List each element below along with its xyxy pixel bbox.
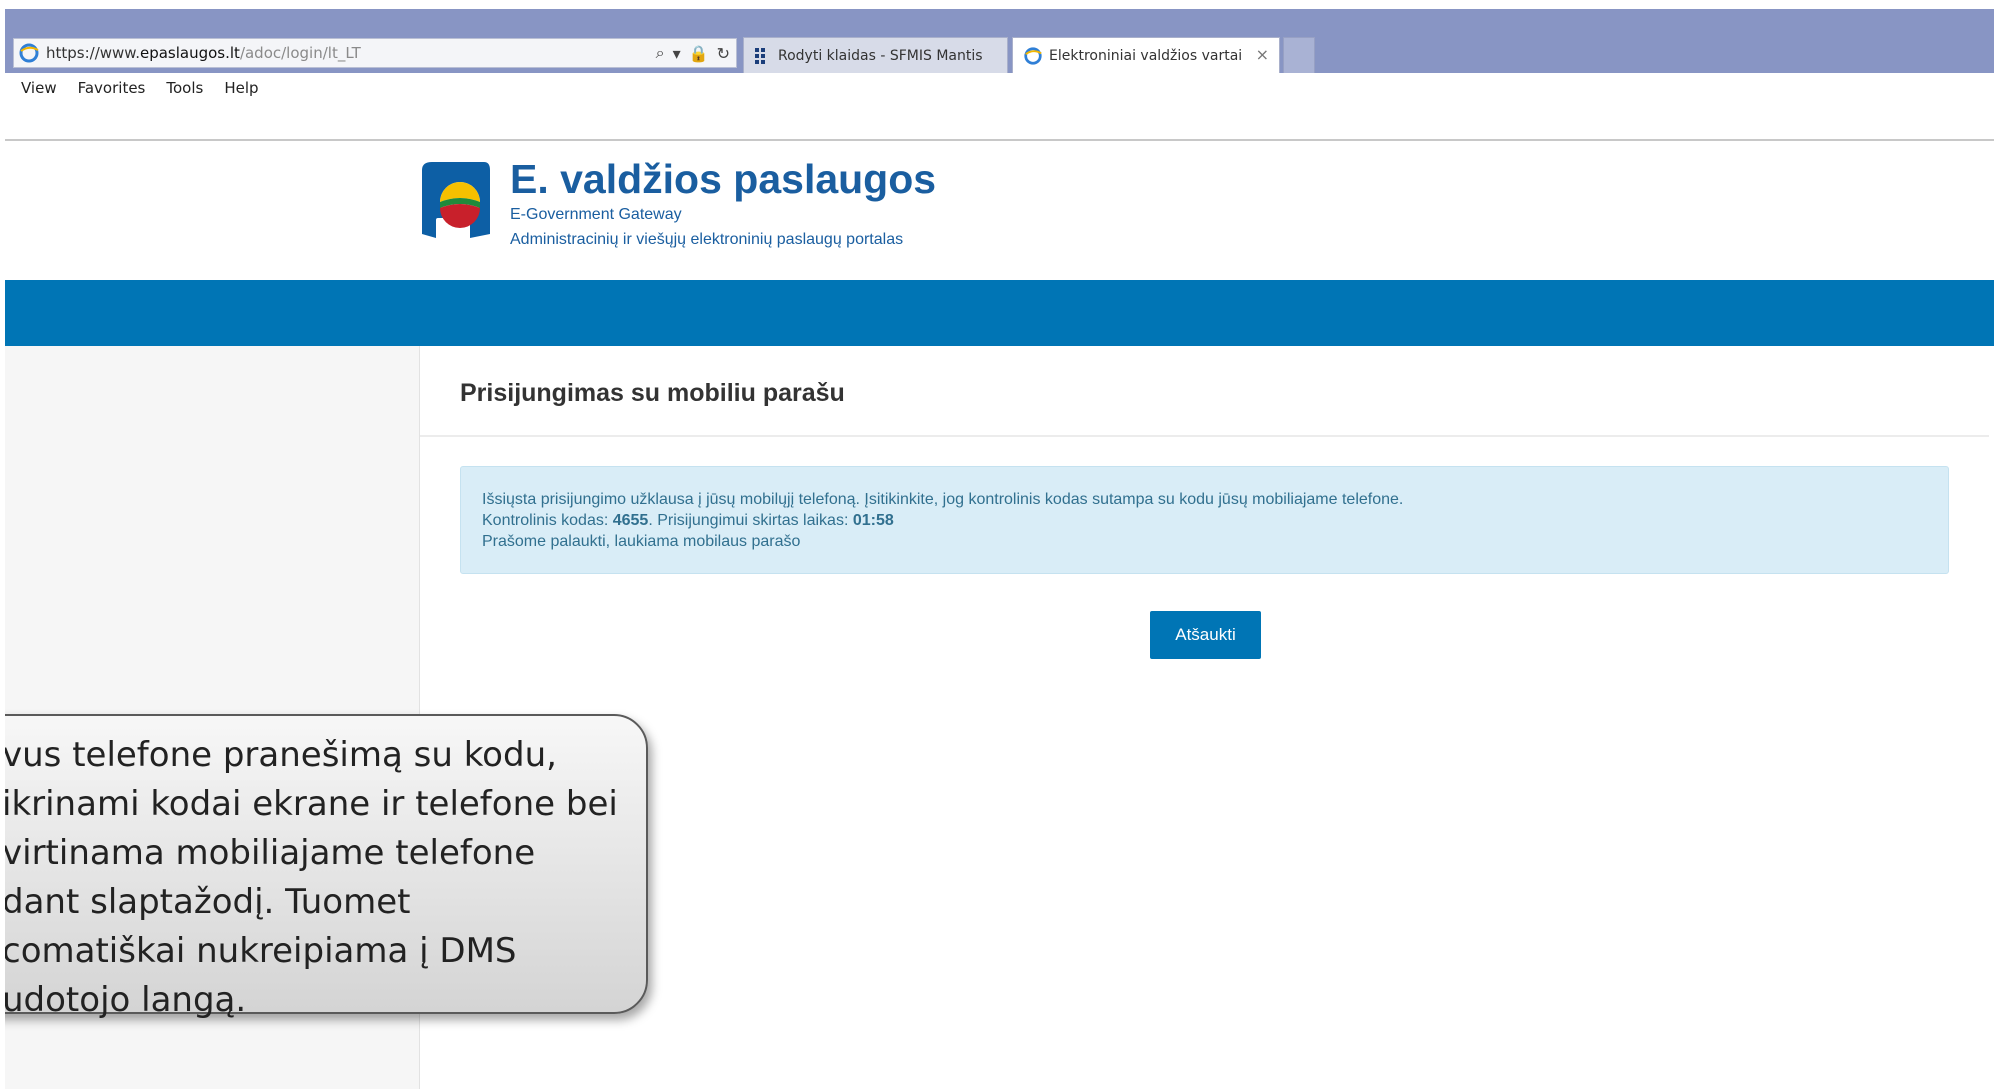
code-label: Kontrolinis kodas: (482, 512, 613, 529)
menu-help[interactable]: Help (224, 79, 258, 97)
lock-icon: 🔒 (688, 43, 709, 63)
callout-line: ikrinami kodai ekrane ir telefone bei (2, 784, 618, 824)
url-path: /adoc/login/lt_LT (239, 44, 361, 62)
site-logo[interactable] (418, 160, 492, 240)
site-tagline: Administracinių ir viešųjų elektroninių … (510, 231, 904, 248)
callout-line: dant slaptažodį. Tuomet (2, 882, 411, 922)
site-title[interactable]: E. valdžios paslaugos (510, 156, 936, 203)
url-scheme: https://www. (46, 44, 140, 62)
tab-evaldzios[interactable]: Elektroniniai valdžios vartai × (1012, 37, 1280, 73)
url-domain: epaslaugos.lt (139, 44, 240, 62)
ie-icon (18, 42, 40, 64)
cancel-button[interactable]: Atšaukti (1150, 611, 1261, 659)
login-panel: Prisijungimas su mobiliu parašu Išsiųsta… (420, 346, 1989, 1089)
instruction-callout: vus telefone pranešimą su kodu, ikrinami… (0, 714, 648, 1020)
control-code: 4655 (612, 512, 649, 529)
panel-title: Prisijungimas su mobiliu parašu (460, 379, 845, 407)
tab-label: Rodyti klaidas - SFMIS Mantis (778, 47, 983, 64)
site-subtitle: E-Government Gateway (510, 206, 682, 223)
menu-bar: View Favorites Tools Help (5, 73, 1994, 141)
callout-line: virtinama mobiliajame telefone (2, 833, 536, 873)
refresh-icon[interactable]: ↻ (717, 44, 730, 63)
callout-line: vus telefone pranešimą su kodu, (2, 735, 557, 775)
search-icon[interactable]: ⌕ (656, 43, 665, 63)
address-icons: ⌕ ▾ 🔒 ↻ (656, 43, 730, 63)
screenshot-root: { "browser": { "url": { "scheme": "https… (0, 0, 1994, 1089)
menu-favorites[interactable]: Favorites (78, 79, 146, 97)
navigation-band (5, 280, 1994, 346)
alert-line-3: Prašome palaukti, laukiama mobilaus para… (482, 533, 801, 550)
left-strip (0, 0, 5, 1089)
alert-line-2: Kontrolinis kodas: 4655. Prisijungimui s… (482, 510, 1948, 531)
menu-tools[interactable]: Tools (166, 79, 203, 97)
panel-header: Prisijungimas su mobiliu parašu (420, 346, 1989, 437)
tab-mantis[interactable]: Rodyti klaidas - SFMIS Mantis (743, 37, 1008, 73)
ie-icon (1023, 46, 1043, 66)
time-label: . Prisijungimui skirtas laikas: (648, 512, 853, 529)
top-strip (0, 0, 1994, 9)
tab-label: Elektroniniai valdžios vartai (1049, 47, 1243, 64)
callout-line: udotojo langą. (2, 980, 247, 1020)
time-remaining: 01:58 (852, 512, 894, 529)
callout-text: vus telefone pranešimą su kodu, ikrinami… (2, 731, 618, 1025)
alert-line-1: Išsiųsta prisijungimo užklausa į jūsų mo… (482, 491, 1404, 508)
new-tab-button[interactable] (1283, 37, 1315, 73)
close-tab-icon[interactable]: × (1256, 45, 1269, 64)
menu-view[interactable]: View (21, 79, 57, 97)
callout-line: comatiškai nukreipiama į DMS (2, 931, 517, 971)
info-alert: Išsiųsta prisijungimo užklausa į jūsų mo… (460, 466, 1949, 574)
dropdown-arrow-icon[interactable]: ▾ (673, 44, 681, 63)
address-bar[interactable]: https://www. epaslaugos.lt/adoc/login/lt_… (13, 38, 737, 68)
grid-icon (754, 47, 772, 65)
